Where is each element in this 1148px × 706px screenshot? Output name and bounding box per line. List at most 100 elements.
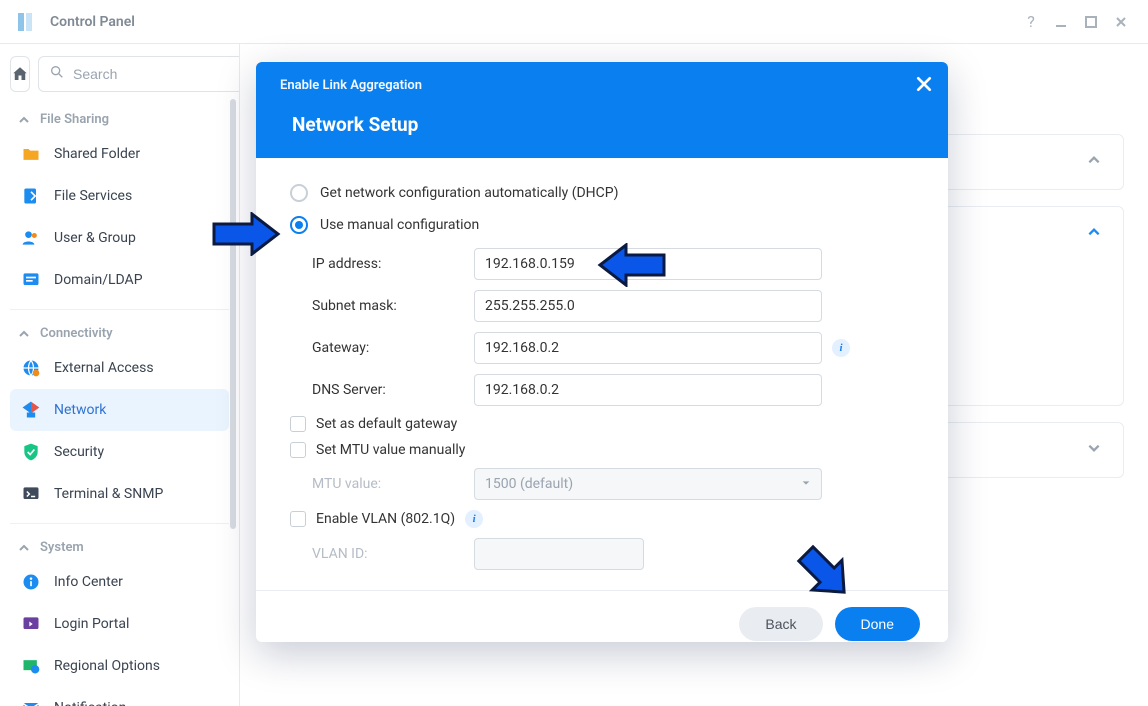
modal-close-button[interactable] bbox=[916, 76, 932, 97]
section-label: File Sharing bbox=[40, 112, 109, 127]
help-button[interactable]: ? bbox=[1016, 7, 1046, 37]
nav-label: Shared Folder bbox=[54, 146, 140, 162]
checkbox-mtu-manual[interactable]: Set MTU value manually bbox=[290, 442, 914, 458]
nav-security[interactable]: Security bbox=[10, 431, 229, 473]
nav-label: Security bbox=[54, 444, 104, 460]
notification-icon bbox=[20, 697, 42, 706]
nav-info-center[interactable]: Info Center bbox=[10, 561, 229, 603]
input-subnet[interactable]: 255.255.255.0 bbox=[474, 290, 822, 322]
nav-label: Notification bbox=[54, 700, 126, 706]
modal-title: Network Setup bbox=[292, 113, 924, 136]
checkbox-icon bbox=[290, 416, 306, 432]
info-icon[interactable]: i bbox=[465, 510, 483, 528]
section-connectivity[interactable]: Connectivity bbox=[10, 320, 229, 347]
network-icon bbox=[20, 399, 42, 421]
radio-label: Get network configuration automatically … bbox=[320, 185, 618, 201]
titlebar: Control Panel ? bbox=[0, 0, 1148, 44]
nav-label: File Services bbox=[54, 188, 132, 204]
back-button[interactable]: Back bbox=[739, 607, 822, 641]
chevron-up-icon bbox=[18, 328, 32, 340]
shield-icon bbox=[20, 441, 42, 463]
nav-label: User & Group bbox=[54, 230, 136, 246]
nav-domain-ldap[interactable]: Domain/LDAP bbox=[10, 259, 229, 301]
nav-label: External Access bbox=[54, 360, 154, 376]
info-icon[interactable]: i bbox=[832, 339, 850, 357]
nav-label: Network bbox=[54, 402, 106, 418]
nav-user-group[interactable]: User & Group bbox=[10, 217, 229, 259]
nav-external-access[interactable]: External Access bbox=[10, 347, 229, 389]
select-mtu: 1500 (default) bbox=[474, 468, 822, 500]
nav-label: Terminal & SNMP bbox=[54, 486, 163, 502]
sidebar: File Sharing Shared Folder File Services… bbox=[0, 44, 240, 706]
radio-icon bbox=[290, 216, 308, 234]
domain-icon bbox=[20, 269, 42, 291]
chevron-down-icon bbox=[1087, 441, 1101, 459]
file-icon bbox=[20, 185, 42, 207]
chevron-up-icon bbox=[18, 542, 32, 554]
label-gateway: Gateway: bbox=[312, 340, 474, 356]
nav-regional[interactable]: Regional Options bbox=[10, 645, 229, 687]
section-label: System bbox=[40, 540, 84, 555]
radio-label: Use manual configuration bbox=[320, 217, 479, 233]
checkbox-label: Set as default gateway bbox=[316, 416, 457, 432]
scrollbar[interactable] bbox=[230, 99, 236, 529]
label-subnet: Subnet mask: bbox=[312, 298, 474, 314]
checkbox-label: Set MTU value manually bbox=[316, 442, 465, 458]
annotation-arrow bbox=[596, 243, 666, 287]
search-box[interactable] bbox=[38, 56, 240, 92]
nav-file-services[interactable]: File Services bbox=[10, 175, 229, 217]
divider bbox=[10, 309, 229, 310]
nav-label: Login Portal bbox=[54, 616, 129, 632]
nav-label: Info Center bbox=[54, 574, 123, 590]
nav-network[interactable]: Network bbox=[10, 389, 229, 431]
window-title: Control Panel bbox=[50, 14, 1016, 30]
label-mtu: MTU value: bbox=[312, 476, 474, 492]
search-icon bbox=[49, 64, 65, 84]
home-button[interactable] bbox=[10, 56, 30, 92]
nav-terminal[interactable]: Terminal & SNMP bbox=[10, 473, 229, 515]
section-system[interactable]: System bbox=[10, 534, 229, 561]
label-vlanid: VLAN ID: bbox=[312, 546, 474, 562]
label-ip: IP address: bbox=[312, 256, 474, 272]
modal-body: Get network configuration automatically … bbox=[256, 158, 948, 590]
search-input[interactable] bbox=[73, 66, 240, 82]
chevron-up-icon bbox=[1087, 225, 1101, 243]
nav-login-portal[interactable]: Login Portal bbox=[10, 603, 229, 645]
modal-header: Enable Link Aggregation Network Setup bbox=[256, 62, 948, 158]
label-dns: DNS Server: bbox=[312, 382, 474, 398]
radio-icon bbox=[290, 184, 308, 202]
portal-icon bbox=[20, 613, 42, 635]
annotation-arrow bbox=[212, 212, 282, 256]
annotation-arrow bbox=[792, 540, 858, 606]
external-icon bbox=[20, 357, 42, 379]
app-icon bbox=[12, 8, 40, 36]
nav-label: Domain/LDAP bbox=[54, 272, 143, 288]
terminal-icon bbox=[20, 483, 42, 505]
done-button[interactable]: Done bbox=[835, 607, 920, 641]
row-dns: DNS Server: 192.168.0.2 bbox=[290, 374, 914, 406]
close-button[interactable] bbox=[1106, 7, 1136, 37]
radio-dhcp[interactable]: Get network configuration automatically … bbox=[290, 184, 914, 202]
row-subnet: Subnet mask: 255.255.255.0 bbox=[290, 290, 914, 322]
input-dns[interactable]: 192.168.0.2 bbox=[474, 374, 822, 406]
regional-icon bbox=[20, 655, 42, 677]
folder-icon bbox=[20, 143, 42, 165]
users-icon bbox=[20, 227, 42, 249]
checkbox-vlan[interactable]: Enable VLAN (802.1Q) i bbox=[290, 510, 914, 528]
checkbox-icon bbox=[290, 442, 306, 458]
section-label: Connectivity bbox=[40, 326, 113, 341]
checkbox-label: Enable VLAN (802.1Q) bbox=[316, 511, 455, 527]
checkbox-icon bbox=[290, 511, 306, 527]
nav-notification[interactable]: Notification bbox=[10, 687, 229, 706]
input-gateway[interactable]: 192.168.0.2 bbox=[474, 332, 822, 364]
radio-manual[interactable]: Use manual configuration bbox=[290, 216, 914, 234]
checkbox-default-gateway[interactable]: Set as default gateway bbox=[290, 416, 914, 432]
nav-shared-folder[interactable]: Shared Folder bbox=[10, 133, 229, 175]
modal-breadcrumb: Enable Link Aggregation bbox=[280, 78, 924, 93]
info-icon bbox=[20, 571, 42, 593]
chevron-down-icon bbox=[801, 476, 811, 492]
section-file-sharing[interactable]: File Sharing bbox=[10, 106, 229, 133]
chevron-up-icon bbox=[1087, 153, 1101, 171]
minimize-button[interactable] bbox=[1046, 7, 1076, 37]
maximize-button[interactable] bbox=[1076, 7, 1106, 37]
